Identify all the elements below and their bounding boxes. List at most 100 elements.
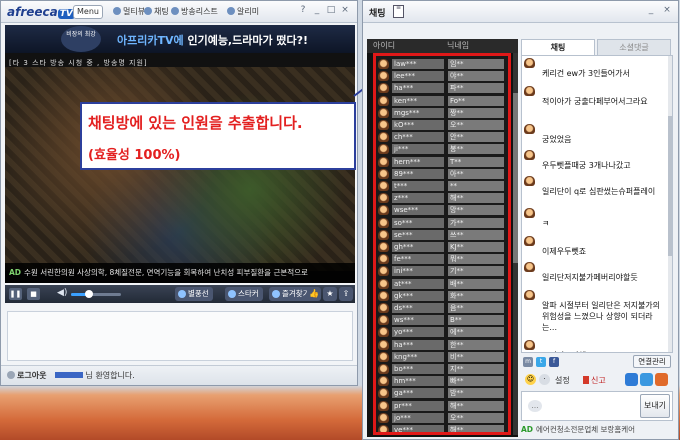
user-row[interactable]: bo*** 지** — [376, 363, 508, 375]
nav-chat[interactable]: 채팅 — [144, 6, 169, 17]
user-row[interactable]: mgs*** 짱** — [376, 107, 508, 119]
user-row[interactable]: gh*** KJ** — [376, 241, 508, 253]
refresh-icon[interactable] — [625, 373, 638, 386]
user-row[interactable]: ds*** 음** — [376, 302, 508, 314]
emoticon-icon[interactable]: ☺ — [525, 374, 536, 385]
user-row[interactable]: at*** 배** — [376, 278, 508, 290]
user-row[interactable]: wse*** 망** — [376, 204, 508, 216]
header-nickname[interactable]: 닉네임 — [447, 39, 469, 53]
chat-scrollbar[interactable] — [668, 56, 672, 352]
user-avatar-icon[interactable] — [524, 150, 535, 160]
user-row[interactable]: se*** 쓰** — [376, 229, 508, 241]
speech-bubble-icon: … — [528, 400, 542, 412]
send-button[interactable]: 보내기 — [640, 394, 670, 418]
like-icon[interactable]: 👍 — [307, 287, 321, 301]
user-row[interactable]: ga*** 밤** — [376, 387, 508, 399]
user-row[interactable]: yo*** 에** — [376, 326, 508, 338]
user-row[interactable]: kO*** 오** — [376, 119, 508, 131]
user-avatar-icon[interactable] — [524, 124, 535, 134]
nav-notifier[interactable]: 알리미 — [227, 6, 259, 17]
user-avatar-icon[interactable] — [524, 340, 535, 350]
user-nickname: 지** — [448, 364, 504, 374]
ad-ticker[interactable]: AD 수원 서린한의원 사상의학, 8체질전문, 면역기능을 회복하여 난치성 피… — [5, 263, 355, 283]
user-list-panel: 아이디 닉네임 law*** 임** lee*** 야** ha*** 파** ken***… — [367, 39, 518, 437]
chat-minimize-button[interactable]: _ — [645, 5, 657, 17]
menu-button[interactable]: Menu — [73, 5, 103, 19]
volume-knob[interactable] — [84, 290, 93, 298]
minimize-button[interactable]: _ — [311, 5, 323, 17]
user-avatar-icon[interactable] — [524, 86, 535, 96]
user-row[interactable]: law*** 임** — [376, 58, 508, 70]
volume-icon[interactable]: ◀) — [57, 288, 67, 298]
nickname-color-icon[interactable] — [640, 373, 653, 386]
gift-icon[interactable] — [655, 373, 668, 386]
logout-button[interactable]: 로그아웃 — [7, 371, 46, 380]
user-row[interactable]: z*** 해** — [376, 192, 508, 204]
user-row[interactable]: jo*** 오** — [376, 412, 508, 424]
nav-multiview[interactable]: 멀티뷰 — [113, 6, 145, 17]
user-row[interactable]: hern*** T** — [376, 156, 508, 168]
document-icon[interactable]: ≡ — [393, 5, 404, 18]
user-row[interactable]: ws*** B** — [376, 314, 508, 326]
share-icon[interactable]: ⇪ — [339, 287, 353, 301]
pause-button[interactable]: ❚❚ — [9, 288, 22, 300]
me2day-icon[interactable]: m — [523, 357, 533, 367]
afreecatv-logo[interactable]: afreeca TV — [7, 5, 75, 19]
user-row[interactable]: ha*** 파** — [376, 82, 508, 94]
video-banner[interactable]: 비장의 최강 아프리카TV에 인기예능,드라마가 떴다?! — [5, 25, 355, 53]
user-avatar-icon — [378, 400, 389, 411]
facebook-icon[interactable]: f — [549, 357, 559, 367]
maximize-button[interactable]: □ — [325, 5, 337, 17]
stop-button[interactable]: ■ — [27, 288, 40, 300]
user-row[interactable]: 89*** 아** — [376, 168, 508, 180]
user-id: wse*** — [392, 205, 444, 216]
user-avatar-icon[interactable] — [524, 236, 535, 246]
multiview-icon — [113, 7, 121, 15]
user-row[interactable]: pr*** 해** — [376, 400, 508, 412]
user-row[interactable]: ken*** Fo** — [376, 95, 508, 107]
bulb-icon[interactable]: · — [539, 374, 550, 385]
user-row[interactable]: gk*** 화** — [376, 290, 508, 302]
user-avatar-icon[interactable] — [524, 290, 535, 300]
report-button[interactable]: 신고 — [583, 375, 606, 386]
user-nickname: 기** — [448, 266, 504, 277]
user-row[interactable]: ini*** 기** — [376, 265, 508, 277]
header-id[interactable]: 아이디 — [373, 39, 395, 53]
user-row[interactable]: ha*** 한** — [376, 339, 508, 351]
user-row[interactable]: kng*** 비** — [376, 351, 508, 363]
scroll-thumb[interactable] — [668, 116, 672, 256]
user-avatar-icon — [378, 120, 389, 130]
favorite-star-icon[interactable]: ★ — [323, 287, 337, 301]
help-button[interactable]: ? — [297, 5, 309, 17]
user-row[interactable]: ch*** 안** — [376, 131, 508, 143]
user-row[interactable]: ji*** 봉** — [376, 143, 508, 155]
connection-manage-button[interactable]: 연결관리 — [633, 355, 671, 368]
tab-social-comments[interactable]: 소셜댓글 — [597, 39, 671, 55]
sticker-button[interactable]: 스타커 — [225, 287, 263, 301]
star-balloon-button[interactable]: 별풍선 — [175, 287, 213, 301]
chat-input[interactable]: … 보내기 — [521, 391, 673, 421]
chat-ad[interactable]: AD 에어컨청소전문업체 보랑홈케어 — [521, 423, 673, 437]
user-avatar-icon[interactable] — [524, 58, 535, 68]
banner-emblem: 비장의 최강 — [61, 26, 101, 52]
user-row[interactable]: so*** 가** — [376, 217, 508, 229]
settings-button[interactable]: 설정 — [555, 375, 570, 386]
close-button[interactable]: × — [339, 5, 351, 17]
user-row[interactable]: t*** ** — [376, 180, 508, 192]
user-nickname: 에** — [448, 327, 504, 338]
chat-close-button[interactable]: × — [661, 5, 673, 17]
nav-broadcast-list[interactable]: 방송리스트 — [171, 6, 218, 17]
user-row[interactable]: ve*** 해** — [376, 424, 508, 432]
tab-chat[interactable]: 채팅 — [521, 39, 595, 55]
user-avatar-icon[interactable] — [524, 208, 535, 218]
user-row[interactable]: lee*** 야** — [376, 70, 508, 82]
user-avatar-icon[interactable] — [524, 262, 535, 272]
twitter-icon[interactable]: t — [536, 357, 546, 367]
user-row[interactable]: hm*** 빠** — [376, 375, 508, 387]
user-avatar-icon — [378, 351, 389, 362]
volume-slider[interactable] — [71, 290, 121, 298]
user-list-scrollbar[interactable] — [513, 53, 518, 435]
user-avatar-icon[interactable] — [524, 176, 535, 186]
scroll-thumb[interactable] — [513, 93, 518, 263]
user-row[interactable]: fe*** 뭐** — [376, 253, 508, 265]
